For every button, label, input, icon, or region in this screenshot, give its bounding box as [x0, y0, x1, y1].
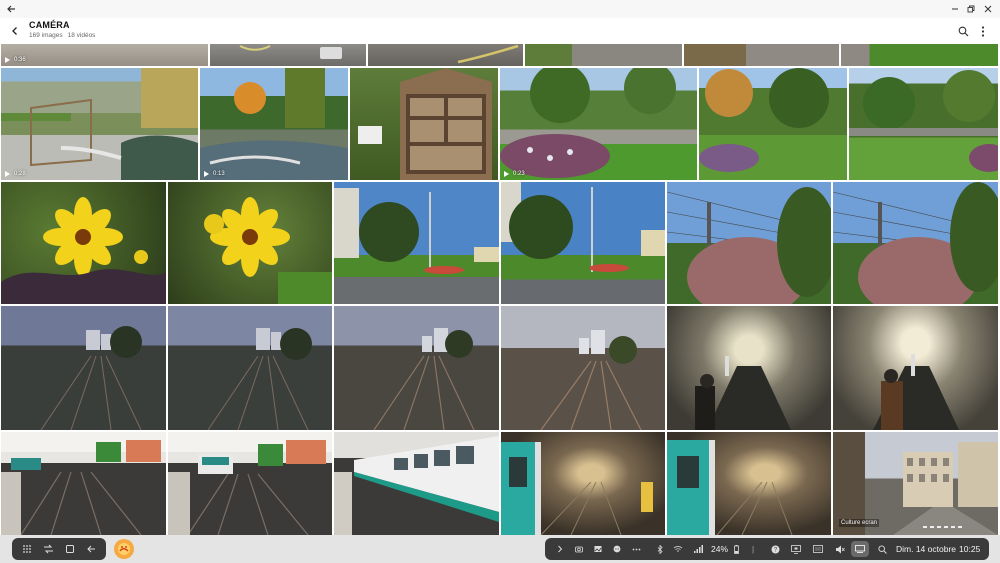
- thumbnail[interactable]: [849, 68, 998, 180]
- thumbnail[interactable]: 0:36: [1, 44, 208, 66]
- bluetooth-icon[interactable]: [653, 538, 667, 560]
- gallery-app-icon[interactable]: [114, 539, 134, 559]
- thumbnail[interactable]: [168, 182, 332, 304]
- thumbnail[interactable]: [833, 306, 998, 430]
- taskbar: 24% | ? Dim. 14 octobre 10:25: [0, 535, 1000, 563]
- thumbnail[interactable]: 0:13: [200, 68, 348, 180]
- thumbnail[interactable]: [1, 432, 166, 535]
- search-icon[interactable]: [875, 538, 889, 560]
- gallery-icon[interactable]: [591, 538, 605, 560]
- screen-icon[interactable]: [789, 538, 803, 560]
- camera-icon[interactable]: [572, 538, 586, 560]
- play-icon: [204, 171, 209, 177]
- thumbnail[interactable]: [833, 182, 998, 304]
- navigation-dock: [12, 538, 106, 560]
- thumbnail[interactable]: [684, 44, 839, 66]
- more-horizontal-icon[interactable]: [629, 538, 643, 560]
- back-icon[interactable]: [86, 544, 96, 554]
- date-label[interactable]: Dim. 14 octobre: [896, 538, 956, 560]
- arrow-left-icon[interactable]: [2, 0, 20, 18]
- video-badge: 0:36: [5, 57, 26, 63]
- video-duration: 0:28: [14, 171, 26, 177]
- app-header: CAMÉRA 169 images 18 vidéos: [0, 18, 1000, 44]
- search-icon[interactable]: [954, 22, 972, 40]
- thumbnail[interactable]: [501, 182, 665, 304]
- battery-icon: [729, 538, 743, 560]
- keyboard-icon[interactable]: [811, 538, 825, 560]
- recent-icon[interactable]: [43, 544, 54, 554]
- thumbnail[interactable]: [1, 182, 166, 304]
- thumbnail[interactable]: [334, 432, 499, 535]
- restore-icon[interactable]: [963, 0, 979, 18]
- minimize-icon[interactable]: [947, 0, 963, 18]
- battery-percent: 24%: [711, 544, 729, 554]
- page-title: CAMÉRA: [29, 20, 70, 30]
- video-count: 18 vidéos: [67, 32, 96, 39]
- thumbnail[interactable]: [168, 432, 332, 535]
- video-duration: 0:23: [513, 171, 525, 177]
- apps-icon[interactable]: [22, 544, 32, 554]
- mute-icon[interactable]: [833, 538, 847, 560]
- thumbnail[interactable]: [667, 432, 831, 535]
- thumbnail[interactable]: [699, 68, 847, 180]
- dex-icon[interactable]: [853, 538, 867, 560]
- play-icon: [5, 171, 10, 177]
- thumbnail[interactable]: 0:23: [500, 68, 697, 180]
- thumbnail[interactable]: [841, 44, 998, 66]
- chat-icon[interactable]: [610, 538, 624, 560]
- image-count: 169 images: [29, 32, 63, 39]
- video-badge: 0:23: [504, 171, 525, 177]
- chevron-right-icon[interactable]: [553, 538, 567, 560]
- wifi-icon[interactable]: [671, 538, 685, 560]
- thumbnail[interactable]: [210, 44, 366, 66]
- signal-icon[interactable]: [691, 538, 705, 560]
- screenshot-caption: Culture ecran: [839, 519, 880, 527]
- more-vertical-icon[interactable]: [974, 22, 992, 40]
- thumbnail[interactable]: [525, 44, 682, 66]
- photo-grid: 0:36 0:28 0:13 0:23 Culture ecran: [0, 44, 1000, 535]
- video-duration: 0:13: [213, 171, 225, 177]
- overview-icon[interactable]: [65, 544, 75, 554]
- video-badge: 0:13: [204, 171, 225, 177]
- thumbnail[interactable]: [667, 182, 831, 304]
- thumbnail[interactable]: [350, 68, 498, 180]
- thumbnail[interactable]: [501, 306, 665, 430]
- video-badge: 0:28: [5, 171, 26, 177]
- clock[interactable]: 10:25: [959, 538, 980, 560]
- video-duration: 0:36: [14, 57, 26, 63]
- help-icon[interactable]: ?: [768, 538, 782, 560]
- thumbnail[interactable]: [667, 306, 831, 430]
- play-icon: [504, 171, 509, 177]
- media-counts: 169 images 18 vidéos: [29, 32, 100, 39]
- thumbnail[interactable]: [1, 306, 166, 430]
- thumbnail[interactable]: Culture ecran: [833, 432, 998, 535]
- play-icon: [5, 57, 10, 63]
- thumbnail[interactable]: [334, 306, 499, 430]
- gallery-window: CAMÉRA 169 images 18 vidéos 0:36 0:28 0:…: [0, 0, 1000, 563]
- window-titlebar: [0, 0, 1000, 18]
- thumbnail[interactable]: [334, 182, 499, 304]
- thumbnail[interactable]: [168, 306, 332, 430]
- separator: |: [751, 544, 755, 554]
- thumbnail[interactable]: [368, 44, 523, 66]
- system-tray: 24% | ? Dim. 14 octobre 10:25: [545, 538, 989, 560]
- close-icon[interactable]: [980, 0, 996, 18]
- chevron-left-icon[interactable]: [6, 22, 24, 40]
- thumbnail[interactable]: [501, 432, 665, 535]
- thumbnail[interactable]: 0:28: [1, 68, 198, 180]
